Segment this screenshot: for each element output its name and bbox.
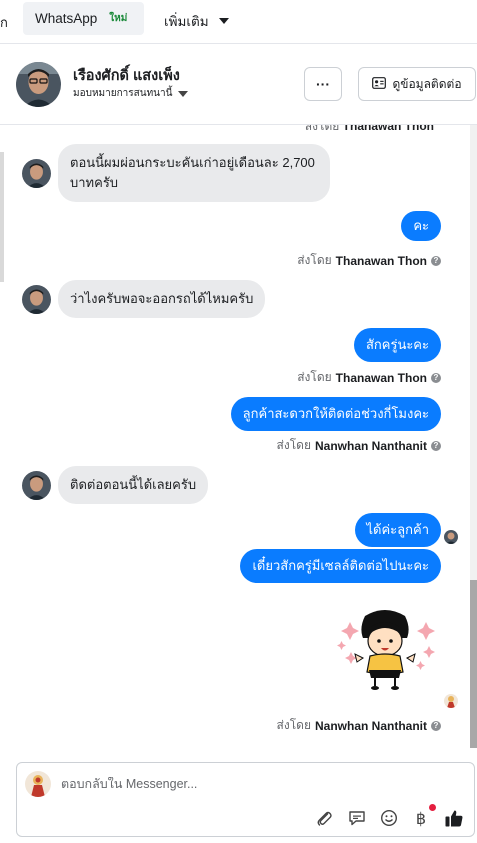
reply-input[interactable] <box>61 777 361 791</box>
list-item: ตอนนี้ผมผ่อนกระบะคันเก่าอยู่เดือนละ 2,70… <box>22 144 330 202</box>
tab-whatsapp[interactable]: WhatsApp ใหม่ <box>23 2 144 35</box>
new-badge: ใหม่ <box>109 13 128 24</box>
outgoing-message[interactable]: เดี๋ยวสักครู่มีเซลล์ติดต่อไปนะคะ <box>240 549 441 583</box>
avatar[interactable] <box>22 470 51 500</box>
thumbs-up-icon[interactable] <box>443 807 465 829</box>
scrollbar-thumb[interactable] <box>470 580 477 748</box>
assign-conversation-dropdown[interactable]: มอบหมายการสนทนานี้ <box>73 86 189 101</box>
conversation-header: เรืองศักดิ์ แสงเพ็ง มอบหมายการสนทนานี้ ·… <box>0 45 477 125</box>
more-options-button[interactable]: ··· <box>304 67 342 101</box>
notification-dot <box>429 804 436 811</box>
sender-label: ส่งโดย Thanawan Thon? <box>297 251 441 270</box>
outgoing-message[interactable]: ลูกค้าสะดวกให้ติดต่อช่วงกี่โมงคะ <box>230 397 441 431</box>
outgoing-message[interactable]: ได้ค่ะลูกค้า <box>354 513 441 547</box>
chevron-down-icon <box>218 18 229 24</box>
composer: ฿ <box>16 762 475 837</box>
tab-more[interactable]: เพิ่มเติม <box>164 10 229 32</box>
read-receipt-avatar <box>444 694 458 708</box>
view-contact-button[interactable]: ดูข้อมูลติดต่อ <box>358 67 476 101</box>
incoming-message[interactable]: ติดต่อตอนนี้ได้เลยครับ <box>58 466 209 504</box>
outgoing-message[interactable]: คะ <box>401 211 441 241</box>
paperclip-icon[interactable] <box>313 807 335 829</box>
avatar[interactable] <box>22 284 51 314</box>
avatar <box>25 771 51 797</box>
assign-label: มอบหมายการสนทนานี้ <box>73 88 173 99</box>
avatar[interactable] <box>22 158 51 188</box>
avatar[interactable] <box>16 62 61 107</box>
view-contact-label: ดูข้อมูลติดต่อ <box>392 76 462 91</box>
help-icon[interactable]: ? <box>431 440 441 451</box>
smiley-icon[interactable] <box>378 807 400 829</box>
list-item: ติดต่อตอนนี้ได้เลยครับ <box>22 466 209 504</box>
sender-label: ส่งโดย Thanawan Thon <box>304 125 434 133</box>
baht-icon[interactable]: ฿ <box>410 807 432 829</box>
help-icon[interactable]: ? <box>431 255 441 266</box>
help-icon[interactable]: ? <box>431 372 441 383</box>
incoming-message[interactable]: ว่าไงครับพอจะออกรถได้ไหมครับ <box>58 280 266 318</box>
tab-more-label: เพิ่มเติม <box>164 14 209 29</box>
outgoing-message[interactable]: สักครู่นะคะ <box>353 328 441 362</box>
list-item: ว่าไงครับพอจะออกรถได้ไหมครับ <box>22 280 266 318</box>
help-icon[interactable]: ? <box>431 720 441 731</box>
sticker-image[interactable] <box>335 608 440 693</box>
sender-label: ส่งโดย Nanwhan Nanthanit? <box>277 436 441 455</box>
sender-label: ส่งโดย Thanawan Thon? <box>297 368 441 387</box>
chevron-down-icon <box>178 90 189 97</box>
tab-bar: ก WhatsApp ใหม่ เพิ่มเติม <box>0 0 477 44</box>
contact-name[interactable]: เรืองศักดิ์ แสงเพ็ง <box>73 64 180 87</box>
tab-partial[interactable]: ก <box>0 12 8 33</box>
chat-bubble-icon[interactable] <box>346 807 368 829</box>
more-icon: ··· <box>316 76 330 92</box>
tab-whatsapp-label: WhatsApp <box>35 11 98 26</box>
message-list[interactable]: ส่งโดย Thanawan Thon ตอนนี้ผมผ่อนกระบะคั… <box>0 125 470 748</box>
contact-card-icon <box>372 76 387 92</box>
sender-label: ส่งโดย Nanwhan Nanthanit? <box>277 716 441 735</box>
read-receipt-avatar <box>444 530 458 544</box>
incoming-message[interactable]: ตอนนี้ผมผ่อนกระบะคันเก่าอยู่เดือนละ 2,70… <box>58 144 330 202</box>
